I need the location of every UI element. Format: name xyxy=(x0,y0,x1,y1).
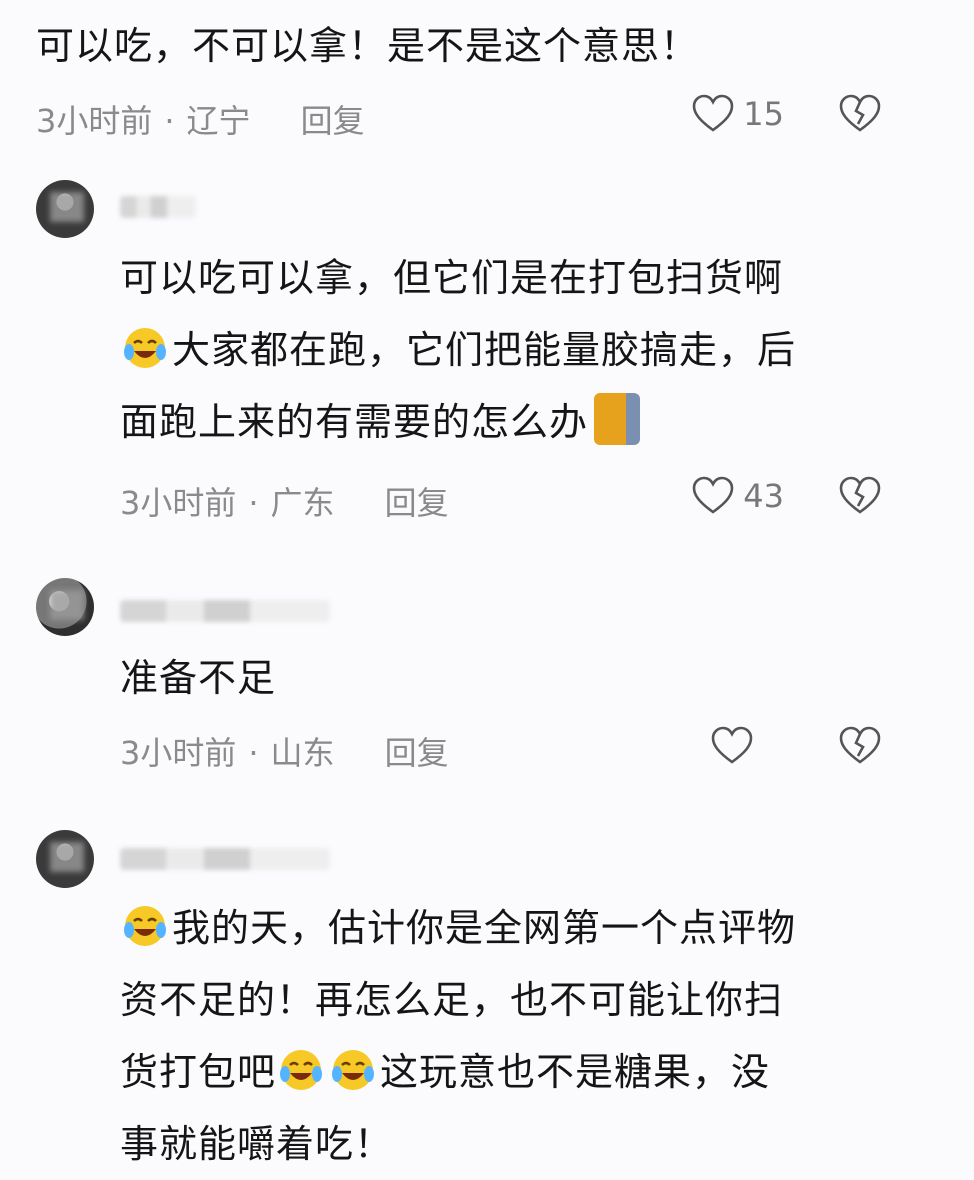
comment-region: 广东 xyxy=(270,484,335,522)
laughing-tears-emoji-icon xyxy=(124,328,166,368)
comment-text: 我的天，估计你是全网第一个点评物 资不足的！再怎么足，也不可能让你扫 货打包吧 这… xyxy=(120,892,796,1180)
avatar[interactable] xyxy=(36,180,94,238)
dislike-button[interactable] xyxy=(838,94,882,138)
comment-text: 可以吃，不可以拿！是不是这个意思！ xyxy=(36,24,700,68)
username-blurred[interactable] xyxy=(120,848,330,870)
comment-line: 可以吃可以拿，但它们是在打包扫货啊 xyxy=(120,256,784,300)
comment-region: 山东 xyxy=(270,734,335,772)
comment-time: 3小时前 xyxy=(36,102,153,140)
avatar[interactable] xyxy=(36,578,94,636)
dislike-button[interactable] xyxy=(838,726,882,770)
comment-text: 准备不足 xyxy=(120,642,276,714)
laughing-tears-emoji-icon xyxy=(124,906,166,946)
cat-emoji-icon xyxy=(594,393,641,445)
reply-button[interactable]: 回复 xyxy=(301,96,365,142)
comment-line: 资不足的！再怎么足，也不可能让你扫 xyxy=(120,978,784,1022)
username-blurred[interactable] xyxy=(120,196,196,218)
meta-separator: · xyxy=(164,102,175,140)
like-button[interactable]: 15 xyxy=(691,94,784,134)
dislike-button[interactable] xyxy=(838,476,882,520)
broken-heart-icon xyxy=(839,476,881,514)
broken-heart-icon xyxy=(839,726,881,764)
like-count: 43 xyxy=(743,477,784,515)
meta-separator: · xyxy=(248,734,259,772)
broken-heart-icon xyxy=(839,94,881,132)
comment-line: 大家都在跑，它们把能量胶搞走，后 xyxy=(120,314,796,386)
comment-line-text: 大家都在跑，它们把能量胶搞走，后 xyxy=(172,328,797,372)
comment-line-text: 我的天，估计你是全网第一个点评物 xyxy=(172,906,797,950)
meta-separator: · xyxy=(248,484,259,522)
avatar[interactable] xyxy=(36,830,94,888)
comment-region: 辽宁 xyxy=(186,102,251,140)
laughing-tears-emoji-icon xyxy=(280,1050,323,1090)
reply-button[interactable]: 回复 xyxy=(385,478,449,524)
comment-line: 面跑上来的有需要的怎么办 xyxy=(120,386,796,458)
comment-line: 我的天，估计你是全网第一个点评物 xyxy=(120,892,796,964)
comment-line-text: 货打包吧 xyxy=(120,1050,277,1094)
comment-meta: 3小时前 · 山东 回复 xyxy=(120,728,449,774)
comment-text: 可以吃可以拿，但它们是在打包扫货啊 大家都在跑，它们把能量胶搞走，后 面跑上来的… xyxy=(120,242,796,458)
comment-line-text: 这玩意也不是糖果，没 xyxy=(380,1050,771,1094)
laughing-tears-emoji-icon xyxy=(332,1050,375,1090)
comment-time: 3小时前 xyxy=(120,484,237,522)
heart-outline-icon xyxy=(692,94,734,132)
comment-meta: 3小时前 · 广东 回复 xyxy=(120,478,449,524)
comment-line: 货打包吧 这玩意也不是糖果，没 xyxy=(120,1036,796,1108)
like-count: 15 xyxy=(743,95,784,133)
comment-line: 事就能嚼着吃！ xyxy=(120,1122,394,1166)
username-blurred[interactable] xyxy=(120,600,330,622)
comment-line: 准备不足 xyxy=(120,656,277,700)
like-button[interactable] xyxy=(710,726,762,766)
heart-outline-icon xyxy=(711,726,753,764)
like-button[interactable]: 43 xyxy=(691,476,784,516)
comment-line-text: 面跑上来的有需要的怎么办 xyxy=(120,400,589,444)
comment-time: 3小时前 xyxy=(120,734,237,772)
heart-outline-icon xyxy=(692,476,734,514)
reply-button[interactable]: 回复 xyxy=(385,728,449,774)
comment-meta: 3小时前 · 辽宁 回复 xyxy=(36,96,365,142)
